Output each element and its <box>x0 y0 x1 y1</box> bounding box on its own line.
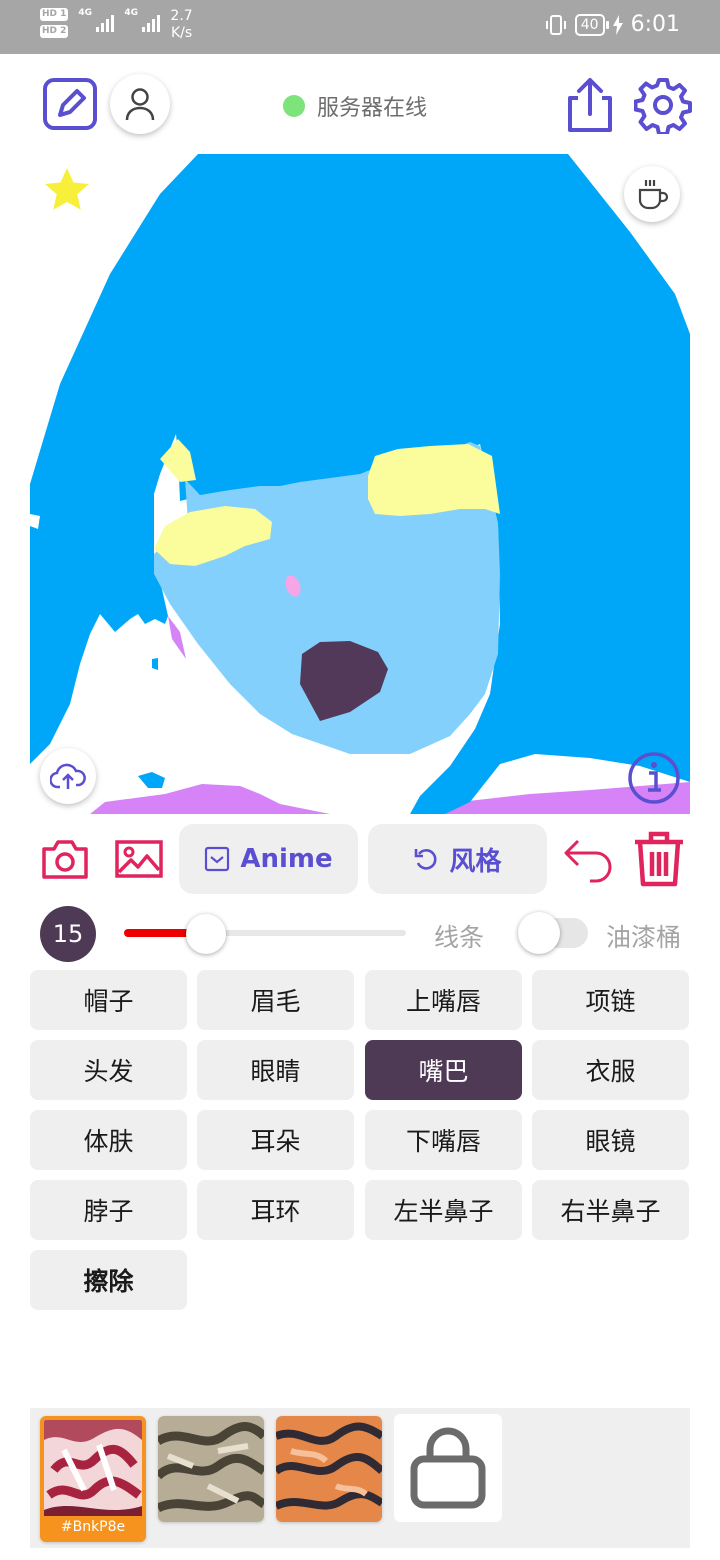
slider-thumb[interactable] <box>186 914 226 954</box>
drawing-canvas[interactable] <box>30 154 690 814</box>
sim2-label: HD 2 <box>40 25 69 38</box>
user-icon <box>125 88 155 121</box>
camera-button[interactable] <box>40 834 90 884</box>
category-button[interactable]: 眉毛 <box>197 970 354 1030</box>
status-dot <box>283 95 305 117</box>
brush-size-slider[interactable] <box>124 914 406 954</box>
network-speed: 2.7 K/s <box>170 8 192 42</box>
category-button[interactable]: 头发 <box>30 1040 187 1100</box>
server-status-label: 服务器在线 <box>317 96 428 121</box>
category-button[interactable]: 脖子 <box>30 1180 187 1240</box>
upload-button[interactable] <box>40 748 96 804</box>
status-left: HD 1 HD 2 4G 4G 2.7 K/s <box>40 8 193 42</box>
line-mode-label: 线条 <box>434 923 485 952</box>
coffee-icon <box>638 180 669 210</box>
style-tag: #BnkP8e <box>44 1516 142 1538</box>
category-button[interactable]: 上嘴唇 <box>365 970 522 1030</box>
style-store-button[interactable] <box>394 1414 502 1522</box>
category-button[interactable]: 衣服 <box>532 1040 689 1100</box>
style-button[interactable]: 风格 <box>368 824 547 894</box>
sketch-drawing <box>30 154 690 814</box>
clear-button[interactable] <box>632 830 686 888</box>
category-button[interactable]: 耳朵 <box>197 1110 354 1170</box>
charging-icon <box>612 14 623 35</box>
sim2-indicator: HD 2 <box>40 25 69 38</box>
gear-icon <box>634 78 692 134</box>
donate-button[interactable] <box>624 166 680 222</box>
paint-bucket-toggle[interactable] <box>518 912 590 954</box>
info-button[interactable] <box>626 750 682 806</box>
settings-button[interactable] <box>634 76 692 134</box>
star-icon <box>45 168 89 210</box>
undo-icon <box>564 839 612 883</box>
style-thumbnail[interactable] <box>276 1416 382 1522</box>
paint-bucket-label: 油漆桶 <box>606 923 682 952</box>
sim1-indicator: HD 1 <box>40 8 69 21</box>
net2-label: 4G <box>124 8 139 18</box>
style-preview-orange <box>276 1416 382 1522</box>
server-status: 服务器在线 <box>283 90 427 122</box>
edit-icon <box>43 78 97 130</box>
sim-indicators: HD 1 HD 2 <box>40 8 69 38</box>
category-button[interactable]: 眼镜 <box>532 1110 689 1170</box>
toggle-thumb <box>518 912 560 954</box>
gallery-button[interactable] <box>112 834 166 884</box>
category-button[interactable]: 项链 <box>532 970 689 1030</box>
camera-icon <box>42 840 88 879</box>
sim1-label: HD 1 <box>40 8 69 21</box>
anime-label: Anime <box>240 844 333 874</box>
checkbox-icon <box>205 846 230 872</box>
user-button[interactable] <box>110 74 170 134</box>
cloud-upload-icon <box>50 763 86 789</box>
brush-size-badge: 15 <box>40 906 96 962</box>
net1-label: 4G <box>78 8 93 18</box>
status-right: 40 6:01 <box>545 12 680 37</box>
anime-model-button[interactable]: Anime <box>179 824 358 894</box>
style-thumbnail[interactable] <box>158 1416 264 1522</box>
speed-unit: K/s <box>170 25 193 41</box>
signal-icon-1: 4G <box>78 8 115 38</box>
category-button[interactable]: 帽子 <box>30 970 187 1030</box>
share-icon <box>568 78 612 132</box>
share-button[interactable] <box>562 76 618 134</box>
vibrate-icon <box>545 14 566 35</box>
style-preview-pink <box>44 1420 142 1518</box>
signal-icon-2: 4G <box>124 8 161 38</box>
category-button[interactable]: 下嘴唇 <box>365 1110 522 1170</box>
category-button[interactable]: 体肤 <box>30 1110 187 1170</box>
info-icon <box>628 752 680 804</box>
style-label: 风格 <box>449 846 502 877</box>
favorite-button[interactable] <box>40 164 94 218</box>
category-button[interactable]: 嘴巴 <box>365 1040 522 1100</box>
style-thumbnail-active[interactable]: #BnkP8e <box>40 1416 146 1542</box>
style-strip: #BnkP8e <box>30 1408 690 1548</box>
brush-size-value: 15 <box>52 920 84 948</box>
shopping-bag-icon <box>410 1427 486 1509</box>
speed-value: 2.7 <box>170 8 193 24</box>
edit-button[interactable] <box>42 77 98 131</box>
battery-level: 40 <box>580 16 599 33</box>
image-icon <box>115 840 163 878</box>
trash-icon <box>635 831 683 887</box>
category-button[interactable]: 左半鼻子 <box>365 1180 522 1240</box>
style-preview-gray <box>158 1416 264 1522</box>
clock: 6:01 <box>630 12 680 37</box>
undo-button[interactable] <box>562 834 614 884</box>
category-button[interactable]: 擦除 <box>30 1250 187 1310</box>
category-button[interactable]: 右半鼻子 <box>532 1180 689 1240</box>
refresh-icon <box>415 849 438 870</box>
category-button[interactable]: 眼睛 <box>197 1040 354 1100</box>
battery-icon: 40 <box>574 13 609 36</box>
status-bar: HD 1 HD 2 4G 4G 2.7 K/s 40 6:01 <box>0 0 720 54</box>
category-button[interactable]: 耳环 <box>197 1180 354 1240</box>
